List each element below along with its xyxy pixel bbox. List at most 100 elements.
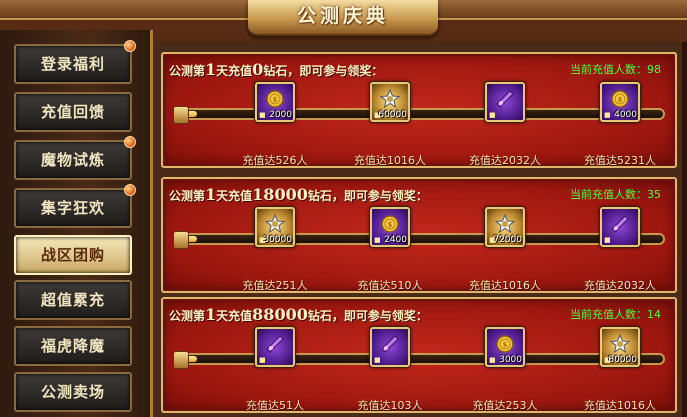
tier-amount: 18000 — [252, 185, 308, 204]
progress-start-cap — [173, 351, 189, 369]
reward-slot[interactable]: $ ■ 2400 — [370, 207, 410, 247]
reward-quantity: 80000 — [608, 355, 637, 365]
reward-slot[interactable]: ■ — [600, 207, 640, 247]
sidebar-item-label: 魔物试炼 — [40, 151, 105, 169]
reward-requirement: 充值达251人 — [242, 279, 308, 292]
reward-slot[interactable]: ■ 72000 — [485, 207, 525, 247]
reward-slot[interactable]: $ ■ 2000 — [255, 82, 295, 122]
reward-slot[interactable]: ■ — [370, 327, 410, 367]
notification-dot-icon — [124, 136, 136, 148]
tier-title-suffix: 钻石，即可参与领奖： — [263, 64, 384, 78]
tier-panel-3: 公测第1天充值88000钻石，即可参与领奖： 当前充值人数：14 ■ 充值达51人 ■ 充… — [161, 297, 677, 413]
reward-quantity: 4000 — [614, 110, 637, 120]
reward-quantity: 2000 — [269, 110, 292, 120]
svg-text:$: $ — [618, 96, 622, 104]
sidebar-item-label: 公测卖场 — [40, 383, 105, 401]
emblem-icon — [494, 213, 516, 234]
reward-quantity: 30000 — [263, 235, 292, 245]
lock-icon: ■ — [489, 111, 496, 119]
notification-dot-icon — [124, 184, 136, 196]
tier-title: 公测第1天充值0钻石，即可参与领奖： — [169, 60, 383, 79]
recharge-count-label: 当前充值人数： — [570, 63, 647, 76]
reward-quantity: 60000 — [378, 110, 407, 120]
sidebar-item-6[interactable]: 超值累充 — [14, 280, 132, 320]
potion-icon — [265, 334, 285, 354]
reward-slot[interactable]: $ ■ 4000 — [600, 82, 640, 122]
potion-icon — [380, 334, 400, 354]
tier-panel-2: 公测第1天充值18000钻石，即可参与领奖： 当前充值人数：35 ■ 30000 充值达… — [161, 177, 677, 293]
sidebar-item-label: 战区团购 — [40, 246, 105, 264]
sidebar-item-label: 超值累充 — [40, 291, 105, 309]
sidebar-item-5[interactable]: 战区团购 — [14, 235, 132, 275]
recharge-count: 当前充值人数：98 — [570, 61, 661, 77]
tier-title-mid: 天充值 — [216, 309, 253, 323]
coin-icon: $ — [380, 214, 400, 234]
reward-slot[interactable]: ■ 30000 — [255, 207, 295, 247]
reward-quantity: 2400 — [384, 235, 407, 245]
tier-title: 公测第1天充值88000钻石，即可参与领奖： — [169, 305, 428, 324]
reward-requirement: 充值达510人 — [357, 279, 423, 292]
lock-icon: ■ — [604, 236, 611, 244]
sidebar-item-label: 集字狂欢 — [40, 199, 105, 217]
reward-requirement: 充值达253人 — [472, 399, 538, 412]
tier-day: 1 — [205, 305, 217, 324]
recharge-count-label: 当前充值人数： — [570, 308, 647, 321]
tier-amount: 88000 — [252, 305, 308, 324]
sidebar-item-label: 福虎降魔 — [40, 337, 105, 355]
svg-text:$: $ — [273, 96, 277, 104]
tier-panel-1: 公测第1天充值0钻石，即可参与领奖： 当前充值人数：98 $ ■ 2000 充值达526人… — [161, 52, 677, 168]
tier-day: 1 — [205, 60, 217, 79]
tier-amount: 0 — [252, 60, 264, 79]
tier-title-prefix: 公测第 — [169, 189, 206, 203]
sidebar-menu: 登录福利充值回馈魔物试炼集字狂欢战区团购超值累充福虎降魔公测卖场 — [0, 30, 153, 417]
progress-track — [179, 233, 665, 245]
recharge-count-value: 35 — [647, 188, 661, 201]
tier-title-suffix: 钻石，即可参与领奖： — [307, 309, 428, 323]
sidebar-item-8[interactable]: 公测卖场 — [14, 372, 132, 412]
reward-slot[interactable]: ■ — [485, 82, 525, 122]
reward-quantity: 72000 — [493, 235, 522, 245]
svg-text:$: $ — [388, 221, 392, 229]
coin-icon: $ — [610, 89, 630, 109]
reward-requirement: 充值达2032人 — [469, 154, 541, 167]
reward-requirement: 充值达1016人 — [584, 399, 656, 412]
sidebar-item-2[interactable]: 充值回馈 — [14, 92, 132, 132]
recharge-count: 当前充值人数：35 — [570, 186, 661, 202]
tier-title-mid: 天充值 — [216, 64, 253, 78]
reward-slot[interactable]: $ ■ 3000 — [485, 327, 525, 367]
sidebar-item-label: 充值回馈 — [40, 103, 105, 121]
tier-title: 公测第1天充值18000钻石，即可参与领奖： — [169, 185, 428, 204]
tier-title-mid: 天充值 — [216, 189, 253, 203]
svg-text:$: $ — [503, 341, 507, 349]
sidebar-item-4[interactable]: 集字狂欢 — [14, 184, 136, 228]
lock-icon: ■ — [489, 356, 496, 364]
coin-icon: $ — [265, 89, 285, 109]
sidebar-item-1[interactable]: 登录福利 — [14, 40, 136, 84]
tier-day: 1 — [205, 185, 217, 204]
tier-title-suffix: 钻石，即可参与领奖： — [307, 189, 428, 203]
lock-icon: ■ — [604, 111, 611, 119]
recharge-count-value: 14 — [647, 308, 661, 321]
progress-start-cap — [173, 106, 189, 124]
title-banner: 公测庆典 — [248, 0, 438, 36]
potion-icon — [495, 89, 515, 109]
reward-requirement: 充值达103人 — [357, 399, 423, 412]
sidebar-item-3[interactable]: 魔物试炼 — [14, 136, 136, 180]
scrollbar[interactable] — [682, 42, 687, 417]
lock-icon: ■ — [259, 111, 266, 119]
tier-list: 公测第1天充值0钻石，即可参与领奖： 当前充值人数：98 $ ■ 2000 充值达526人… — [153, 42, 687, 417]
recharge-count: 当前充值人数：14 — [570, 306, 661, 322]
progress-track — [179, 353, 665, 365]
notification-dot-icon — [124, 40, 136, 52]
lock-icon: ■ — [259, 356, 266, 364]
reward-slot[interactable]: ■ — [255, 327, 295, 367]
tier-title-prefix: 公测第 — [169, 309, 206, 323]
sidebar-item-7[interactable]: 福虎降魔 — [14, 326, 132, 366]
reward-requirement: 充值达5231人 — [584, 154, 656, 167]
emblem-icon — [264, 213, 286, 234]
reward-requirement: 充值达2032人 — [584, 279, 656, 292]
reward-slot[interactable]: ■ 60000 — [370, 82, 410, 122]
lock-icon: ■ — [374, 236, 381, 244]
coin-icon: $ — [495, 334, 515, 354]
reward-slot[interactable]: ■ 80000 — [600, 327, 640, 367]
